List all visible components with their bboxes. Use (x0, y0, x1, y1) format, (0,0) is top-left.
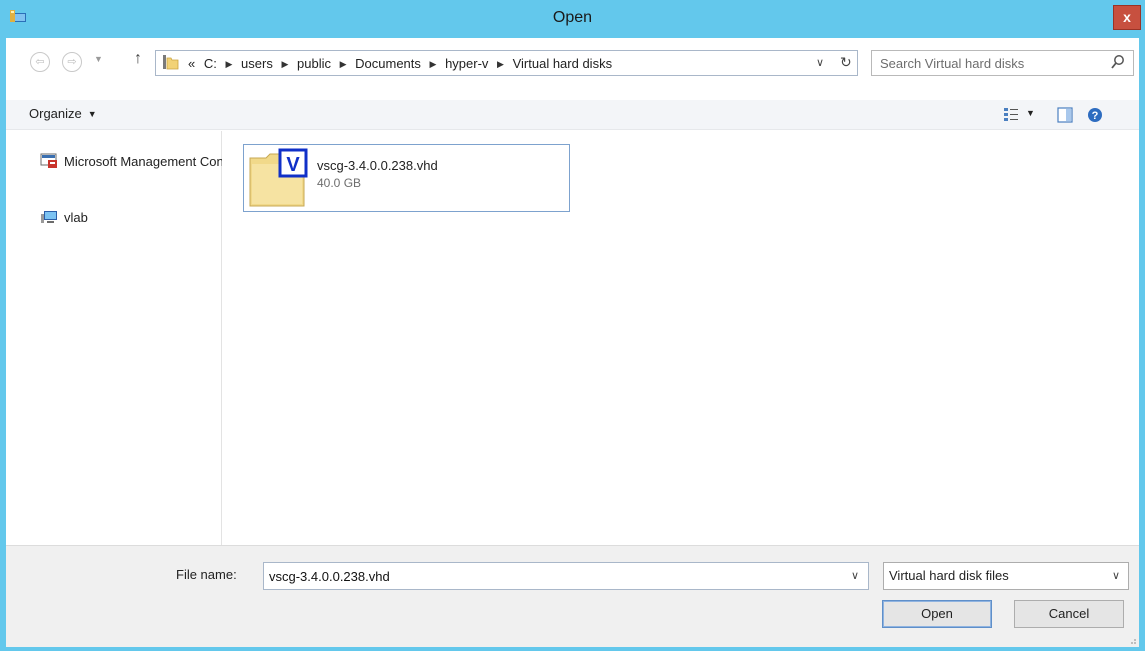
breadcrumb-item[interactable]: users (241, 56, 273, 71)
file-name: vscg-3.4.0.0.238.vhd (317, 158, 438, 173)
change-view-icon[interactable] (1003, 107, 1019, 123)
organize-menu-button[interactable]: Organize ▼ (29, 106, 97, 121)
breadcrumb-item[interactable]: C: (204, 56, 217, 71)
file-name-combobox: ∨ (263, 562, 869, 590)
address-history-chevron-down-icon[interactable]: ∨ (816, 56, 824, 69)
file-list: V vscg-3.4.0.0.238.vhd 40.0 GB (223, 131, 1139, 545)
chevron-right-icon[interactable]: ▶ (430, 59, 437, 69)
refresh-icon[interactable]: ↻ (840, 54, 852, 71)
title-bar[interactable]: Open x (0, 0, 1145, 37)
breadcrumb-overflow[interactable]: « (188, 56, 195, 71)
cancel-button[interactable]: Cancel (1014, 600, 1124, 628)
breadcrumb-item[interactable]: public (297, 56, 331, 71)
file-item[interactable]: V vscg-3.4.0.0.238.vhd 40.0 GB (243, 144, 570, 212)
up-button[interactable]: ↑ (134, 50, 142, 68)
file-type-select[interactable]: Virtual hard disk files ∨ (883, 562, 1129, 590)
folder-icon (163, 55, 179, 70)
organize-label: Organize (29, 106, 82, 121)
command-bar: Organize ▼ ▼ ? (6, 100, 1139, 130)
nav-item-label: vlab (64, 210, 88, 225)
preview-pane-icon[interactable] (1057, 107, 1073, 123)
breadcrumb-item[interactable]: Documents (355, 56, 421, 71)
dialog-client-area: ⇦ ⇨ ▼ ↑ « C: ▶ users ▶ public ▶ Document… (6, 38, 1139, 647)
search-input[interactable] (872, 51, 1102, 75)
nav-item-microsoft-management[interactable]: Microsoft Management Console (40, 152, 222, 172)
chevron-down-icon: ∨ (1111, 570, 1120, 582)
chevron-right-icon[interactable]: ▶ (497, 59, 504, 69)
network-computer-icon (41, 211, 57, 223)
search-icon[interactable] (1111, 54, 1125, 70)
file-type-value: Virtual hard disk files (889, 568, 1009, 583)
address-row: ⇦ ⇨ ▼ ↑ « C: ▶ users ▶ public ▶ Document… (6, 38, 1139, 100)
view-options-chevron-down-icon[interactable]: ▼ (1026, 108, 1035, 118)
chevron-down-icon[interactable]: ∨ (851, 569, 859, 582)
chevron-right-icon[interactable]: ▶ (225, 59, 232, 69)
resize-grip-icon[interactable] (1127, 635, 1137, 645)
file-name-input[interactable] (264, 563, 834, 589)
svg-text:V: V (286, 154, 300, 176)
open-dialog-window: Open x ⇦ ⇨ ▼ ↑ « C: ▶ users ▶ public ▶ D… (0, 0, 1145, 651)
file-size: 40.0 GB (317, 176, 362, 190)
dialog-footer: File name: ∨ Virtual hard disk files ∨ O… (6, 545, 1139, 647)
address-bar[interactable]: « C: ▶ users ▶ public ▶ Documents ▶ hype… (155, 50, 858, 76)
chevron-right-icon[interactable]: ▶ (340, 59, 347, 69)
breadcrumb-item[interactable]: Virtual hard disks (513, 56, 612, 71)
search-box (871, 50, 1134, 76)
breadcrumb: « C: ▶ users ▶ public ▶ Documents ▶ hype… (188, 56, 617, 71)
vhd-file-icon: V (249, 148, 308, 207)
open-button[interactable]: Open (882, 600, 992, 628)
forward-button[interactable]: ⇨ (62, 52, 82, 72)
file-name-label: File name: (176, 567, 237, 582)
chevron-down-icon: ▼ (87, 109, 97, 119)
back-button[interactable]: ⇦ (30, 52, 50, 72)
nav-item-label: Microsoft Management Console (64, 154, 222, 169)
arrow-up-icon: ↑ (134, 50, 142, 67)
arrow-left-icon: ⇦ (35, 56, 45, 68)
arrow-right-icon: ⇨ (67, 56, 77, 68)
navigation-pane: Microsoft Management Console vlab (6, 131, 222, 545)
close-button[interactable]: x (1113, 5, 1141, 30)
window-title: Open (552, 9, 593, 26)
chevron-right-icon[interactable]: ▶ (281, 59, 288, 69)
mmc-icon (40, 153, 57, 168)
breadcrumb-item[interactable]: hyper-v (445, 56, 488, 71)
help-icon[interactable]: ? (1087, 107, 1103, 123)
svg-text:?: ? (1092, 110, 1099, 122)
recent-locations-chevron-down-icon[interactable]: ▼ (94, 54, 103, 64)
